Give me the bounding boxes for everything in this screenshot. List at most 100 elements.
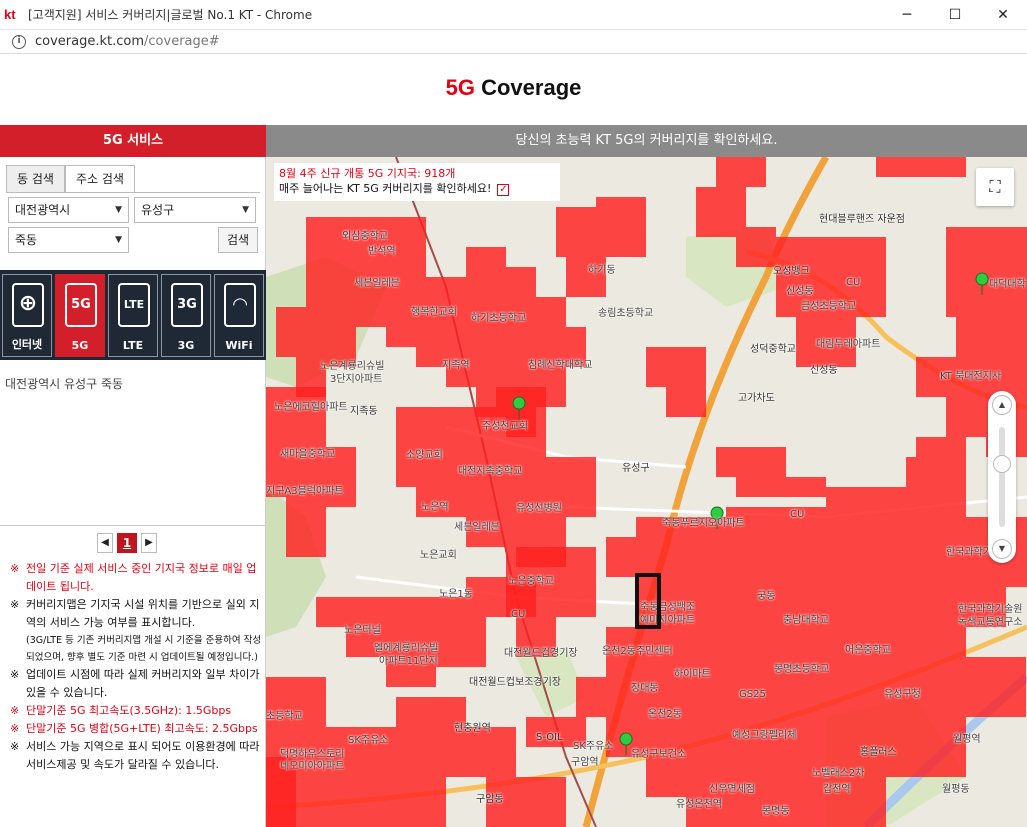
chevron-down-icon: ▼	[115, 235, 122, 245]
close-button[interactable]: ✕	[979, 0, 1027, 30]
city-select[interactable]: 대전광역시 ▼	[8, 197, 129, 223]
prev-page-button[interactable]: ◀	[97, 533, 113, 553]
service-label: WiFi	[225, 339, 253, 352]
zoom-out-button[interactable]: ▼	[992, 539, 1012, 559]
notice-subtext: 매주 늘어나는 KT 5G 커버리지를 확인하세요!	[279, 182, 492, 195]
map-label: 온천2동주민센터	[602, 646, 673, 657]
maximize-button[interactable]: ☐	[931, 0, 979, 30]
notes-list: ※ 전일 기준 실제 서비스 중인 기지국 정보로 매일 업데이트 됩니다. ※ 커…	[10, 560, 264, 774]
divider	[0, 525, 266, 526]
service-label: 인터넷	[11, 338, 43, 351]
map-label: 신성동	[786, 286, 814, 297]
note-item: ※ 서비스 가능 지역으로 표시 되어도 이용환경에 따라 서비스제공 및 속도가…	[10, 738, 264, 774]
check-icon[interactable]: ✓	[497, 184, 510, 196]
map-label: KT 북대전지사	[940, 371, 1002, 382]
map-label: S-OIL	[536, 732, 563, 743]
map-label: 온천2동	[648, 709, 682, 720]
map-label: 어은중학교	[845, 645, 891, 656]
map-label: 녹색교통연구소	[958, 617, 1023, 628]
current-page[interactable]: 1	[117, 533, 137, 553]
map-label: 하이마트	[674, 669, 711, 680]
note-mark: ※	[10, 668, 20, 681]
map-label: 신우면세점	[709, 784, 755, 795]
map-label: GS25	[739, 689, 766, 700]
coverage-map[interactable]: 외삼중학교 반석역 세븐일레븐 행복한교회 하기초등학교 하기동 송림초등학교 …	[266, 157, 1027, 827]
map-label: SK주유소	[348, 735, 389, 746]
tab-5g-service[interactable]: 5G 서비스	[0, 125, 266, 157]
url-text[interactable]: coverage.kt.com/coverage#	[35, 34, 220, 49]
service-wifi[interactable]: ◠ WiFi	[214, 274, 264, 357]
search-button[interactable]: 검색	[218, 227, 258, 253]
note-text: 전일 기준 실제 서비스 중인 기지국 정보로 매일 업데이트 됩니다.	[26, 562, 257, 593]
url-host: coverage.kt.com	[35, 34, 145, 49]
map-label: 대전월드컵경기장	[504, 648, 578, 659]
map-label: 월평역	[953, 734, 981, 745]
window-controls: ─ ☐ ✕	[883, 0, 1027, 30]
service-label: 3G	[177, 339, 195, 352]
service-lte[interactable]: LTE LTE	[108, 274, 158, 357]
map-label: 성덕중학교	[750, 344, 796, 355]
dong-select[interactable]: 죽동 ▼	[8, 227, 129, 253]
minimize-button[interactable]: ─	[883, 0, 931, 30]
district-select-value: 유성구	[141, 203, 175, 217]
note-text: 단말기준 5G 최고속도(3.5GHz): 1.5Gbps	[26, 704, 232, 717]
title-text: Coverage	[481, 75, 582, 100]
pagination: ◀ 1 ▶	[97, 533, 157, 553]
next-page-button[interactable]: ▶	[141, 533, 157, 553]
district-select[interactable]: 유성구 ▼	[134, 197, 256, 223]
map-label: CU	[790, 509, 805, 520]
zoom-in-button[interactable]: ▲	[992, 395, 1012, 415]
dong-select-value: 죽동	[15, 233, 38, 247]
service-type-bar: ⊕ 인터넷 5G 5G LTE LTE 3G 3G ◠ WiFi	[0, 270, 266, 360]
notice-headline: 8월 4주 신규 개통 5G 기지국: 918개	[279, 167, 456, 180]
map-label: 대림두레아파트	[816, 339, 881, 350]
map-label: 월평동	[942, 784, 970, 795]
fullscreen-button[interactable]: ⛶	[976, 168, 1014, 206]
zoom-track[interactable]	[999, 427, 1005, 527]
map-label: 죽동푸르지오아파트	[662, 518, 745, 529]
sidebar: 동 검색 주소 검색 대전광역시 ▼ 유성구 ▼ 죽동 ▼ 검색 ⊕ 인터넷 5G 5…	[0, 157, 266, 827]
nav-description: 당신의 초능력 KT 5G의 커버리지를 확인하세요.	[266, 125, 1027, 157]
map-label: 지구A3블럭아파트	[266, 486, 344, 497]
map-canvas[interactable]	[266, 157, 1027, 827]
map-label: 지족동	[350, 406, 378, 417]
map-label: 대전월드컵보조경기장	[469, 677, 561, 688]
map-label: 노은교회	[420, 550, 457, 561]
note-item: ※ 단말기준 5G 병합(5G+LTE) 최고속도: 2.5Gbps	[10, 720, 264, 738]
note-item: ※ 업데이트 시점에 따라 실제 커버리지와 일부 차이가 있을 수 있습니다.	[10, 666, 264, 702]
map-label: CU	[846, 277, 861, 288]
note-item: ※ 커버리지맵은 기지국 시설 위치를 기반으로 실외 지역의 서비스 가능 여부…	[10, 596, 264, 632]
address-bar[interactable]: i coverage.kt.com/coverage#	[0, 30, 1027, 54]
page-header: 5G Coverage	[0, 55, 1027, 125]
note-mark	[10, 632, 26, 666]
map-label: 세븐일레븐	[354, 278, 400, 289]
map-label: 송림초등학교	[598, 308, 654, 319]
note-mark: ※	[10, 704, 20, 717]
tab-address-search[interactable]: 주소 검색	[64, 165, 135, 193]
info-icon[interactable]: i	[12, 34, 26, 49]
map-label: 유성온천역	[676, 799, 722, 810]
service-5g[interactable]: 5G 5G	[55, 274, 105, 357]
lte-phone-icon: LTE	[118, 283, 150, 327]
map-label: 현대블루핸즈 자운점	[819, 214, 905, 225]
map-label: 신성동	[810, 365, 838, 376]
new-stations-notice: 8월 4주 신규 개통 5G 기지국: 918개 매주 늘어나는 KT 5G 커…	[274, 163, 560, 201]
service-internet[interactable]: ⊕ 인터넷	[2, 274, 52, 357]
service-label: 5G	[71, 339, 89, 352]
map-label: 봉명동	[762, 806, 790, 817]
service-nav: 5G 서비스 당신의 초능력 KT 5G의 커버리지를 확인하세요.	[0, 125, 1027, 157]
tab-dong-search[interactable]: 동 검색	[6, 165, 65, 193]
map-label: 유성선병원	[516, 503, 562, 514]
globe-icon: ⊕	[12, 283, 44, 327]
zoom-slider-handle[interactable]	[993, 455, 1011, 473]
chevron-down-icon: ▼	[242, 205, 249, 215]
map-label: 구암역	[571, 757, 599, 768]
map-label: 현충원역	[454, 723, 491, 734]
note-text: (3G/LTE 등 기존 커버리지맵 개설 시 기준을 준용하여 작성되었으며,…	[26, 635, 262, 663]
3g-phone-icon: 3G	[171, 283, 203, 327]
note-text: 단말기준 5G 병합(5G+LTE) 최고속도: 2.5Gbps	[26, 722, 258, 735]
map-label: 주성천교회	[482, 421, 528, 432]
map-label: 초등학교	[266, 711, 303, 722]
service-3g[interactable]: 3G 3G	[161, 274, 211, 357]
map-label: 궁동	[757, 591, 776, 602]
